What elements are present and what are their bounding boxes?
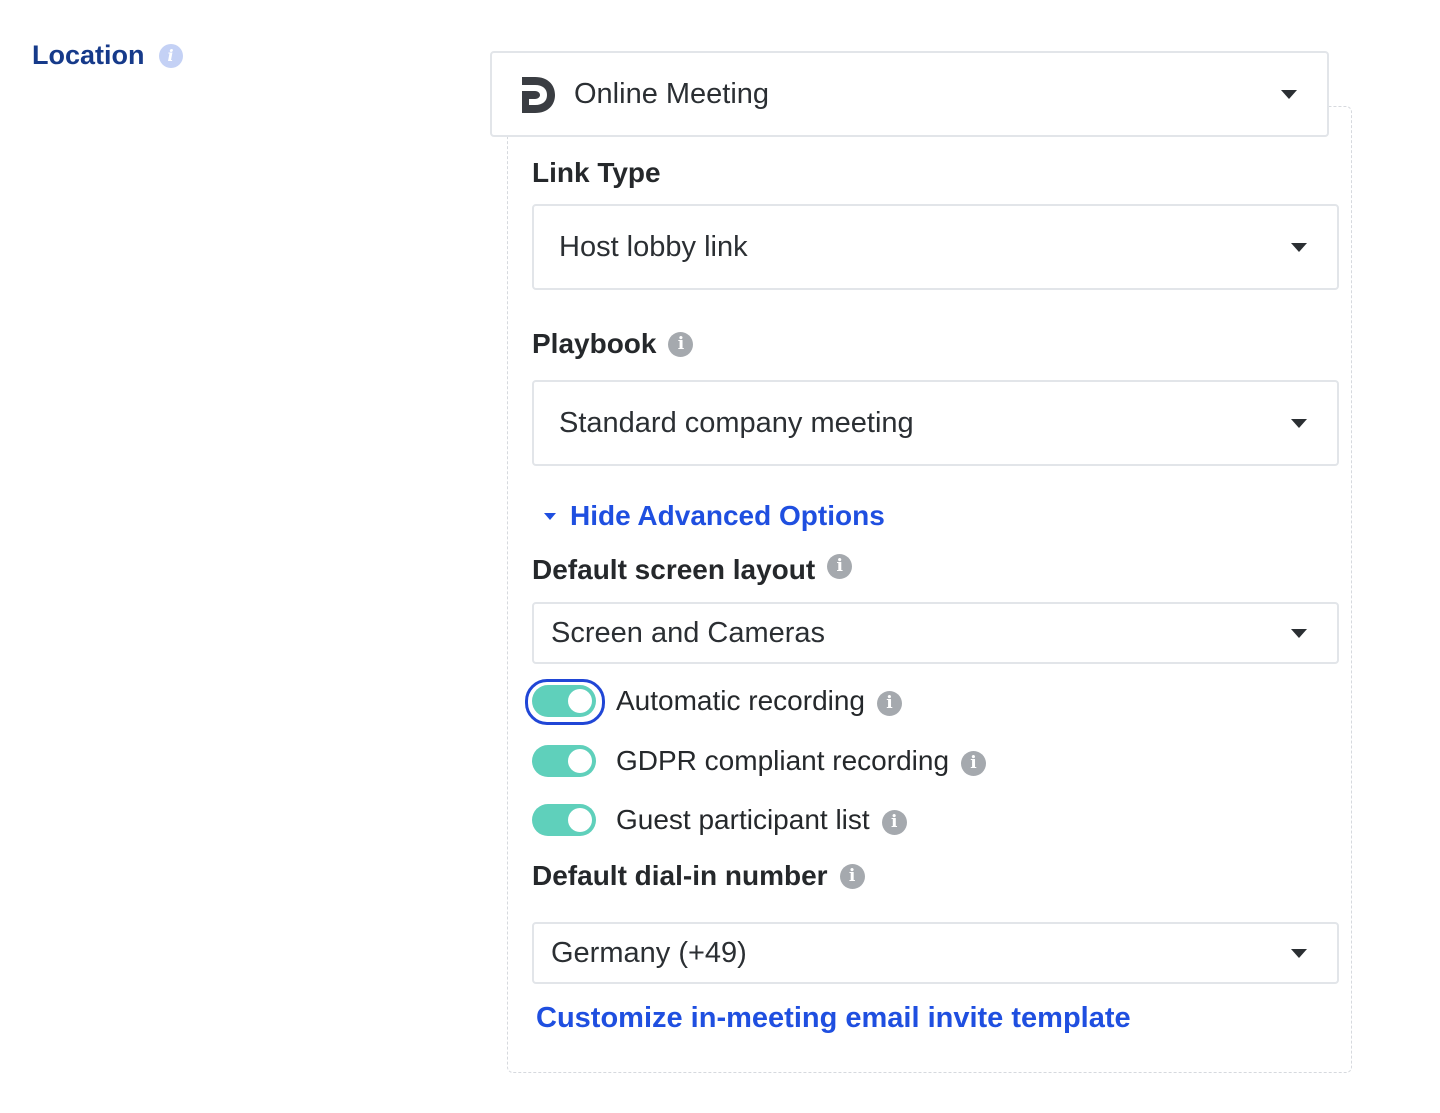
screen-layout-label-text: Default screen layout <box>532 554 816 585</box>
screen-layout-select[interactable]: Screen and Cameras <box>532 602 1339 664</box>
link-type-label: Link Type <box>532 157 661 189</box>
screen-layout-select-value: Screen and Cameras <box>551 616 826 649</box>
location-label-text: Location <box>32 40 145 70</box>
dialpad-logo-icon <box>522 77 555 113</box>
chevron-down-icon <box>1291 418 1307 428</box>
location-select[interactable]: Online Meeting <box>490 51 1329 137</box>
chevron-down-icon <box>1281 89 1297 99</box>
playbook-label-text: Playbook <box>532 328 657 359</box>
guest-participant-list-label: Guest participant list <box>616 804 870 835</box>
chevron-down-icon <box>1291 628 1307 638</box>
dial-in-info-icon[interactable]: i <box>839 863 865 889</box>
gdpr-recording-info-icon[interactable]: i <box>961 750 987 776</box>
gdpr-recording-toggle[interactable] <box>532 745 596 777</box>
automatic-recording-row: Automatic recording i <box>525 679 903 725</box>
toggle-knob <box>568 808 592 832</box>
automatic-recording-info-icon[interactable]: i <box>877 690 903 716</box>
link-type-select[interactable]: Host lobby link <box>532 204 1339 290</box>
playbook-select[interactable]: Standard company meeting <box>532 380 1339 466</box>
caret-down-icon <box>544 512 556 520</box>
link-type-label-text: Link Type <box>532 157 661 188</box>
dial-in-select[interactable]: Germany (+49) <box>532 922 1339 984</box>
toggle-knob <box>568 749 592 773</box>
guest-participant-list-toggle[interactable] <box>532 804 596 836</box>
chevron-down-icon <box>1291 242 1307 252</box>
hide-advanced-options-link[interactable]: Hide Advanced Options <box>544 500 885 532</box>
automatic-recording-label: Automatic recording <box>616 685 866 716</box>
gdpr-recording-row: GDPR compliant recording i <box>532 745 987 777</box>
toggle-knob <box>568 689 592 713</box>
location-label: Location i <box>32 40 183 71</box>
gdpr-recording-label: GDPR compliant recording <box>616 745 950 776</box>
dial-in-label-text: Default dial-in number <box>532 860 828 891</box>
playbook-select-value: Standard company meeting <box>559 406 914 439</box>
screen-layout-info-icon[interactable]: i <box>827 553 853 579</box>
playbook-info-icon[interactable]: i <box>668 331 694 357</box>
location-info-icon[interactable]: i <box>158 43 183 68</box>
guest-participant-list-row: Guest participant list i <box>532 804 907 836</box>
dial-in-select-value: Germany (+49) <box>551 936 747 969</box>
customize-email-template-link[interactable]: Customize in-meeting email invite templa… <box>536 1002 1131 1035</box>
automatic-recording-toggle[interactable] <box>525 679 605 725</box>
hide-advanced-options-label: Hide Advanced Options <box>570 500 885 531</box>
dial-in-label: Default dial-in number i <box>532 860 865 892</box>
screen-layout-label: Default screen layout i <box>532 553 853 586</box>
location-select-value: Online Meeting <box>574 77 770 110</box>
chevron-down-icon <box>1291 948 1307 958</box>
playbook-label: Playbook i <box>532 328 694 360</box>
link-type-select-value: Host lobby link <box>559 230 748 263</box>
guest-participant-list-info-icon[interactable]: i <box>881 809 907 835</box>
